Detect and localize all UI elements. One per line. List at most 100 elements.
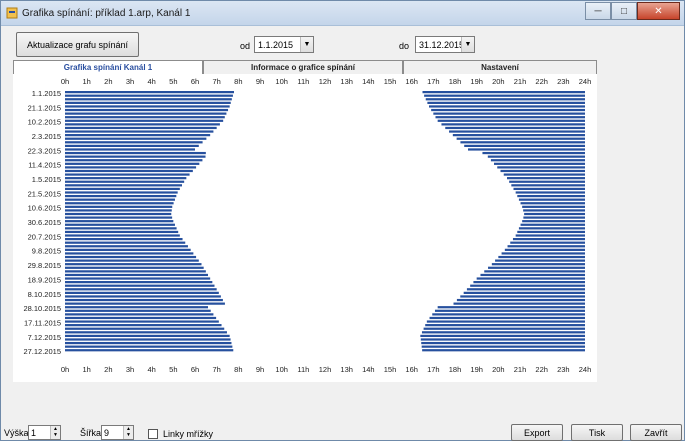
evening-on-bar bbox=[437, 119, 585, 122]
evening-on-bar bbox=[425, 324, 585, 327]
close-label: Zavřít bbox=[644, 427, 668, 438]
close-button[interactable]: Zavřít bbox=[630, 424, 682, 441]
morning-on-bar bbox=[65, 309, 211, 312]
morning-on-bar bbox=[65, 327, 225, 330]
morning-on-bar bbox=[65, 202, 174, 205]
morning-on-bar bbox=[65, 177, 187, 180]
close-window-button[interactable]: ✕ bbox=[637, 2, 680, 20]
morning-on-bar bbox=[65, 166, 197, 169]
evening-on-bar bbox=[497, 166, 585, 169]
morning-on-bar bbox=[65, 159, 203, 162]
x-tick-label-bottom: 13h bbox=[340, 365, 353, 374]
width-stepper[interactable]: 9 ▲ ▼ bbox=[101, 425, 134, 440]
evening-on-bar bbox=[524, 212, 585, 216]
maximize-button[interactable]: □ bbox=[611, 2, 637, 20]
evening-on-bar bbox=[522, 205, 585, 208]
minimize-button[interactable]: ─ bbox=[585, 2, 611, 20]
evening-on-bar bbox=[491, 263, 585, 266]
window-controls: ─ □ ✕ bbox=[585, 2, 680, 20]
y-tick-label: 1.1.2015 bbox=[32, 89, 61, 98]
height-stepper[interactable]: 1 ▲ ▼ bbox=[28, 425, 61, 440]
from-date-picker[interactable]: 1.1.2015 ▼ bbox=[254, 36, 314, 53]
x-tick-label-bottom: 4h bbox=[147, 365, 155, 374]
x-tick-label-bottom: 3h bbox=[126, 365, 134, 374]
grid-lines-checkbox[interactable] bbox=[148, 429, 158, 439]
evening-on-bar bbox=[495, 259, 585, 262]
x-tick-label-top: 11h bbox=[297, 77, 309, 86]
morning-on-bar bbox=[65, 223, 175, 226]
evening-on-bar bbox=[452, 134, 585, 137]
tab-settings[interactable]: Nastavení bbox=[403, 60, 597, 74]
export-button[interactable]: Export bbox=[511, 424, 563, 441]
y-tick-label: 21.5.2015 bbox=[28, 189, 61, 198]
x-tick-label-top: 14h bbox=[362, 77, 375, 86]
x-tick-label-top: 1h bbox=[82, 77, 90, 86]
evening-on-bar bbox=[501, 252, 585, 255]
morning-on-bar bbox=[65, 298, 223, 302]
tab-chart[interactable]: Grafika spínání Kanál 1 bbox=[13, 60, 203, 74]
x-tick-label-bottom: 8h bbox=[234, 365, 242, 374]
x-tick-label-top: 19h bbox=[470, 77, 483, 86]
evening-on-bar bbox=[466, 288, 585, 291]
evening-on-bar bbox=[423, 327, 585, 330]
morning-on-bar bbox=[65, 205, 173, 208]
x-tick-label-bottom: 5h bbox=[169, 365, 177, 374]
y-tick-label: 30.6.2015 bbox=[28, 218, 61, 227]
evening-on-bar bbox=[445, 126, 585, 130]
evening-on-bar bbox=[420, 334, 585, 338]
to-label: do bbox=[399, 41, 410, 51]
morning-on-bar bbox=[65, 245, 188, 248]
evening-on-bar bbox=[421, 331, 585, 334]
evening-on-bar bbox=[518, 227, 585, 230]
morning-on-bar bbox=[65, 284, 215, 287]
x-tick-label-bottom: 24h bbox=[579, 365, 592, 374]
title-bar[interactable]: Grafika spínání: příklad 1.arp, Kanál 1 … bbox=[1, 1, 684, 26]
y-tick-label: 22.3.2015 bbox=[28, 146, 61, 155]
to-date-picker[interactable]: 31.12.2015 ▼ bbox=[415, 36, 475, 53]
evening-on-bar bbox=[507, 177, 585, 180]
evening-on-bar bbox=[523, 216, 585, 219]
stepper-arrows-icon[interactable]: ▲ ▼ bbox=[50, 426, 60, 439]
morning-on-bar bbox=[65, 334, 230, 338]
evening-on-bar bbox=[456, 298, 585, 302]
width-label: Šířka bbox=[80, 428, 102, 438]
x-tick-label-bottom: 6h bbox=[191, 365, 199, 374]
y-tick-label: 29.8.2015 bbox=[28, 261, 61, 270]
chevron-down-icon[interactable]: ▼ bbox=[461, 37, 474, 52]
print-button[interactable]: Tisk bbox=[571, 424, 623, 441]
evening-on-bar bbox=[515, 191, 585, 194]
stepper-arrows-icon[interactable]: ▲ ▼ bbox=[123, 426, 133, 439]
morning-on-bar bbox=[65, 212, 172, 216]
evening-on-bar bbox=[429, 105, 585, 108]
tab-info[interactable]: Informace o grafice spínání bbox=[203, 60, 403, 74]
morning-on-bar bbox=[65, 162, 200, 165]
morning-on-bar bbox=[65, 234, 180, 237]
morning-on-bar bbox=[65, 209, 172, 212]
evening-on-bar bbox=[517, 194, 585, 198]
evening-on-bar bbox=[488, 266, 585, 269]
x-tick-label-bottom: 15h bbox=[384, 365, 397, 374]
chevron-down-icon[interactable]: ▼ bbox=[300, 37, 313, 52]
evening-on-bar bbox=[424, 94, 585, 97]
x-tick-label-bottom: 17h bbox=[427, 365, 440, 374]
morning-on-bar bbox=[65, 116, 225, 119]
evening-on-bar bbox=[422, 349, 585, 352]
x-tick-label-top: 22h bbox=[535, 77, 548, 86]
evening-on-bar bbox=[517, 230, 585, 234]
y-tick-label: 18.9.2015 bbox=[28, 275, 61, 284]
height-value: 1 bbox=[31, 427, 37, 438]
x-tick-label-top: 4h bbox=[147, 77, 155, 86]
window-title: Grafika spínání: příklad 1.arp, Kanál 1 bbox=[22, 8, 191, 19]
morning-on-bar bbox=[65, 105, 230, 108]
evening-on-bar bbox=[511, 184, 585, 187]
morning-on-bar bbox=[65, 148, 195, 151]
evening-on-bar bbox=[468, 148, 585, 151]
from-date-value: 1.1.2015 bbox=[258, 39, 294, 50]
from-label: od bbox=[240, 41, 251, 51]
tab-strip: Grafika spínání Kanál 1 Informace o graf… bbox=[13, 60, 597, 74]
refresh-chart-button[interactable]: Aktualizace grafu spínání bbox=[16, 32, 139, 57]
morning-on-bar bbox=[65, 134, 211, 137]
morning-on-bar bbox=[65, 302, 225, 305]
evening-on-bar bbox=[437, 306, 585, 309]
x-tick-label-bottom: 7h bbox=[212, 365, 220, 374]
